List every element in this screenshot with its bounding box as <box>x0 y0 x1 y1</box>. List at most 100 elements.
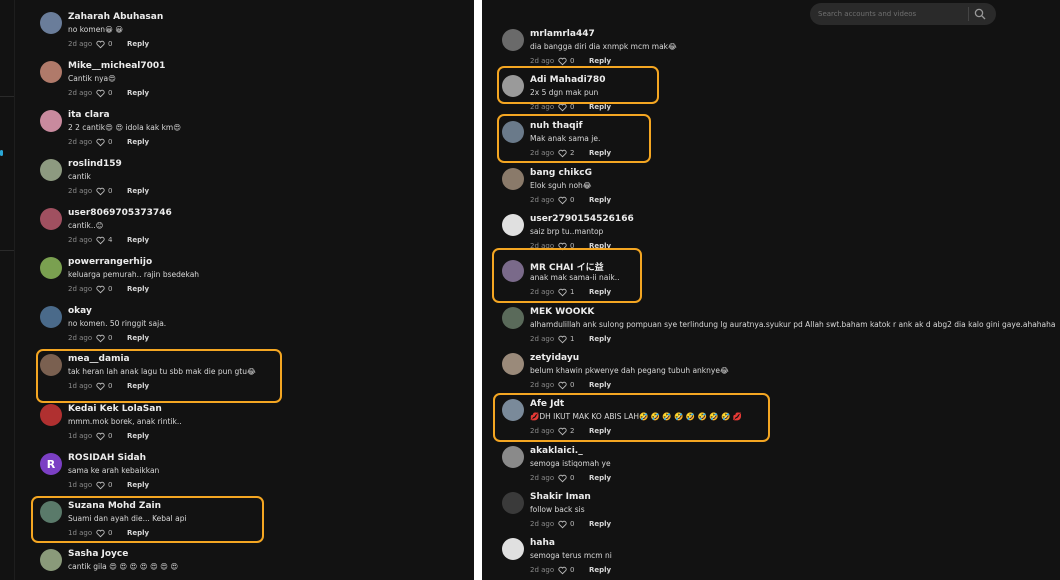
search-input[interactable] <box>818 3 968 25</box>
comment-username[interactable]: Sasha Joyce <box>68 549 128 559</box>
comment-username[interactable]: haha <box>530 538 555 548</box>
comment-username[interactable]: zetyidayu <box>530 353 579 363</box>
like-button[interactable]: 0 <box>96 40 122 49</box>
like-button[interactable]: 0 <box>558 196 584 205</box>
avatar[interactable] <box>40 549 62 571</box>
like-count: 0 <box>108 40 113 48</box>
avatar[interactable] <box>502 214 524 236</box>
comment-username[interactable]: mrlamrla447 <box>530 29 595 39</box>
reply-button[interactable]: Reply <box>127 285 149 293</box>
comment-item: Kedai Kek LolaSan mmm.mok borek, anak rin… <box>40 404 460 448</box>
comment-item: zetyidayu belum khawin pkwenye dah pegang… <box>502 353 1052 397</box>
heart-icon <box>96 481 105 489</box>
comment-date: 2d ago <box>530 520 555 528</box>
like-button[interactable]: 0 <box>96 187 122 196</box>
reply-button[interactable]: Reply <box>589 335 611 343</box>
comment-username[interactable]: bang chikcG <box>530 168 592 178</box>
comment-meta: 2d ago 0 Reply <box>68 284 149 294</box>
avatar[interactable] <box>502 492 524 514</box>
avatar-letter: R <box>46 457 56 471</box>
comment-username[interactable]: akaklaici._ <box>530 446 583 456</box>
avatar[interactable] <box>40 257 62 279</box>
avatar[interactable] <box>40 110 62 132</box>
reply-button[interactable]: Reply <box>127 138 149 146</box>
heart-icon <box>96 432 105 440</box>
comment-item: okay no komen. 50 ringgit saja. 2d ago 0 Rep… <box>40 306 460 350</box>
like-count: 0 <box>570 57 575 65</box>
like-button[interactable]: 0 <box>558 57 584 66</box>
reply-button[interactable]: Reply <box>589 474 611 482</box>
like-button[interactable]: 0 <box>96 138 122 147</box>
reply-button[interactable]: Reply <box>589 520 611 528</box>
comment-username[interactable]: okay <box>68 306 92 316</box>
search-bar[interactable] <box>810 3 996 25</box>
reply-button[interactable]: Reply <box>127 481 149 489</box>
reply-button[interactable]: Reply <box>127 89 149 97</box>
comment-username[interactable]: MEK WOOKK <box>530 307 594 317</box>
reply-button[interactable]: Reply <box>589 381 611 389</box>
like-button[interactable]: 0 <box>96 334 122 343</box>
comment-item: haha semoga terus mcm ni 2d ago 0 Reply <box>502 538 1052 580</box>
avatar[interactable] <box>40 159 62 181</box>
comment-item: powerrangerhijo keluarga pemurah.. rajin … <box>40 257 460 301</box>
avatar[interactable]: R <box>40 453 62 475</box>
like-button[interactable]: 0 <box>96 432 122 441</box>
comment-username[interactable]: user8069705373746 <box>68 208 172 218</box>
comment-item: MEK WOOKK alhamdulillah ank sulong pompua… <box>502 307 1056 351</box>
heart-icon <box>96 138 105 146</box>
avatar[interactable] <box>502 538 524 560</box>
avatar[interactable] <box>40 61 62 83</box>
like-button[interactable]: 0 <box>558 474 584 483</box>
reply-button[interactable]: Reply <box>127 432 149 440</box>
search-icon[interactable] <box>974 8 986 20</box>
reply-button[interactable]: Reply <box>127 334 149 342</box>
comment-username[interactable]: ita clara <box>68 110 110 120</box>
avatar[interactable] <box>40 12 62 34</box>
like-button[interactable]: 4 <box>96 236 122 245</box>
comment-meta: 2d ago 0 Reply <box>530 195 611 205</box>
like-button[interactable]: 0 <box>96 285 122 294</box>
comment-username[interactable]: Kedai Kek LolaSan <box>68 404 162 414</box>
like-count: 0 <box>108 481 113 489</box>
avatar[interactable] <box>502 168 524 190</box>
reply-button[interactable]: Reply <box>589 103 611 111</box>
like-button[interactable]: 1 <box>558 335 584 344</box>
heart-icon <box>558 474 567 482</box>
avatar[interactable] <box>40 208 62 230</box>
comment-username[interactable]: Shakir Iman <box>530 492 591 502</box>
avatar[interactable] <box>502 29 524 51</box>
like-button[interactable]: 0 <box>96 89 122 98</box>
like-count: 0 <box>108 334 113 342</box>
reply-button[interactable]: Reply <box>127 187 149 195</box>
comment-username[interactable]: Mike__micheal7001 <box>68 61 165 71</box>
comment-username[interactable]: user2790154526166 <box>530 214 634 224</box>
heart-icon <box>558 566 567 574</box>
reply-button[interactable]: Reply <box>589 566 611 574</box>
like-button[interactable]: 0 <box>558 520 584 529</box>
reply-button[interactable]: Reply <box>127 236 149 244</box>
reply-button[interactable]: Reply <box>127 40 149 48</box>
comment-username[interactable]: powerrangerhijo <box>68 257 152 267</box>
avatar[interactable] <box>40 306 62 328</box>
like-button[interactable]: 0 <box>558 381 584 390</box>
reply-button[interactable]: Reply <box>589 196 611 204</box>
avatar[interactable] <box>502 307 524 329</box>
comment-username[interactable]: roslind159 <box>68 159 122 169</box>
search-divider <box>968 7 969 21</box>
comment-date: 2d ago <box>530 103 555 111</box>
comment-text: dia bangga diri dia xnmpk mcm mak😂 <box>530 42 677 51</box>
highlight-box <box>497 66 659 104</box>
avatar[interactable] <box>502 446 524 468</box>
like-button[interactable]: 0 <box>558 566 584 575</box>
comment-username[interactable]: ROSIDAH Sidah <box>68 453 146 463</box>
comment-text: keluarga pemurah.. rajin bsedekah <box>68 270 200 279</box>
avatar[interactable] <box>502 353 524 375</box>
avatar[interactable] <box>40 404 62 426</box>
comment-meta: 2d ago 0 Reply <box>530 565 611 575</box>
like-button[interactable]: 0 <box>96 481 122 490</box>
comment-text: saiz brp tu..mantop <box>530 227 604 236</box>
comment-date: 1d ago <box>68 432 93 440</box>
comment-username[interactable]: Zaharah Abuhasan <box>68 12 163 22</box>
reply-button[interactable]: Reply <box>589 57 611 65</box>
heart-icon <box>96 187 105 195</box>
